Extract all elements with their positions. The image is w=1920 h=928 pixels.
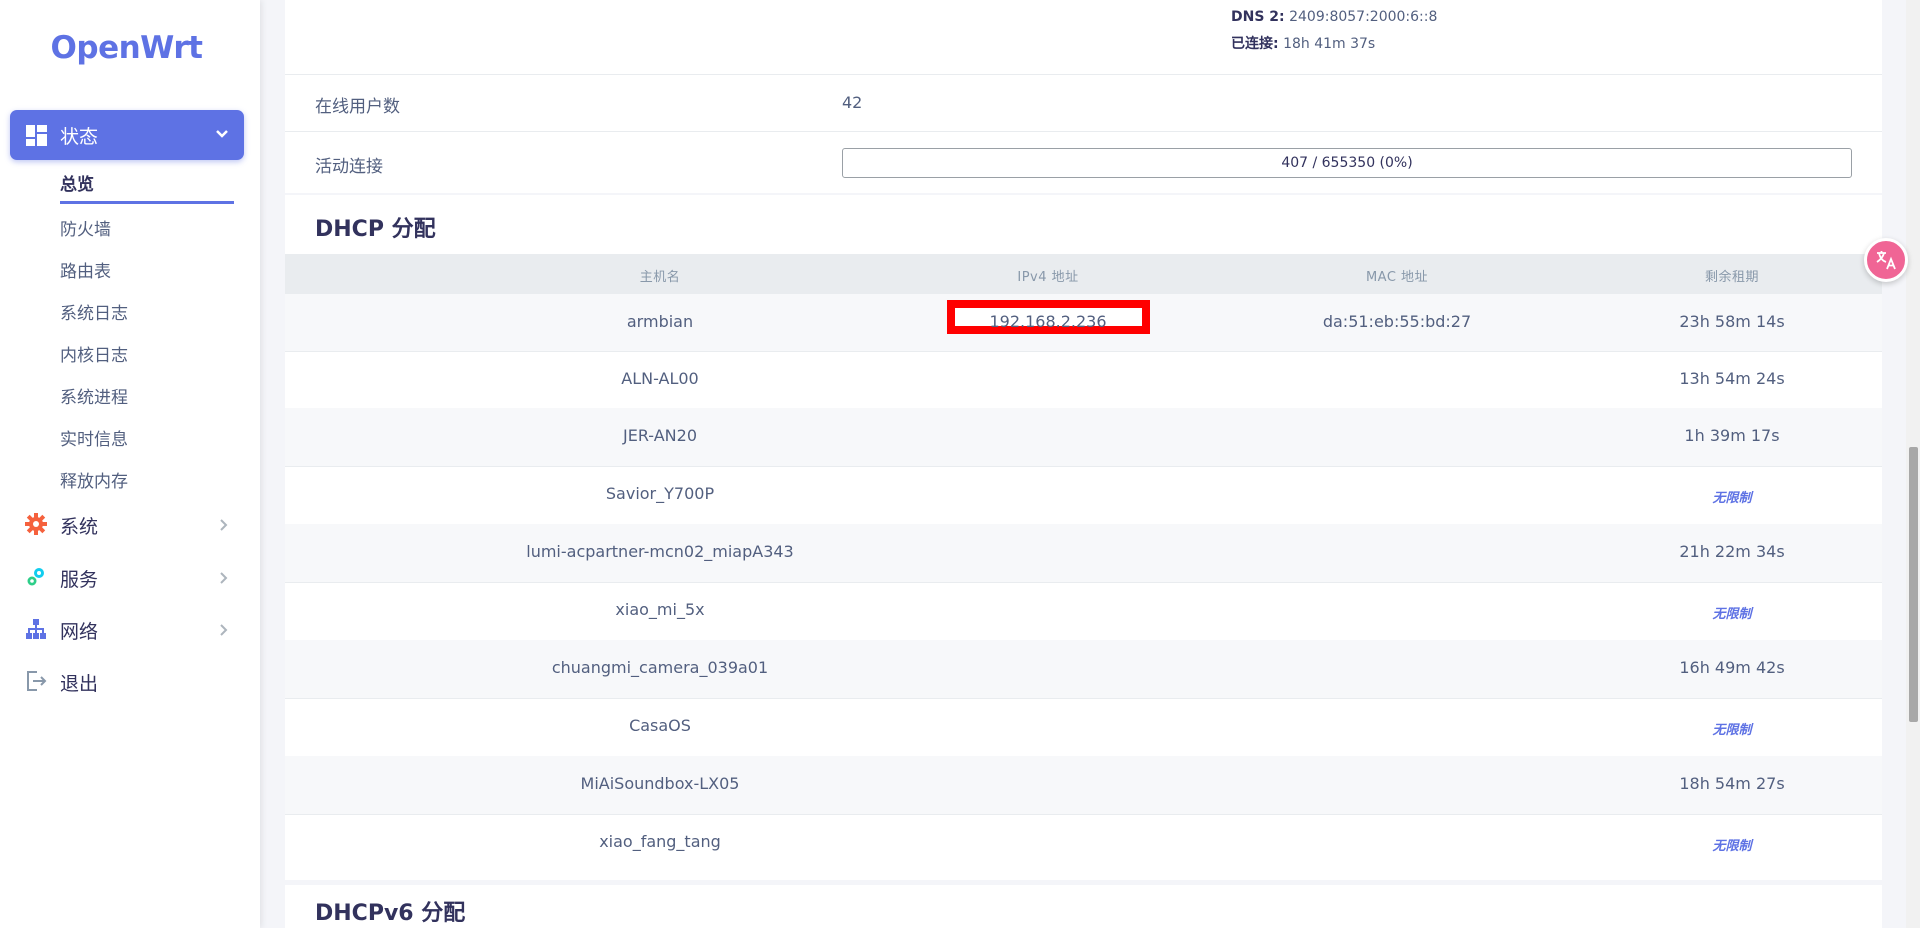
nav-status-label: 状态 xyxy=(60,126,99,148)
online-users-value: 42 xyxy=(842,93,863,112)
cell-hostname: lumi-acpartner-mcn02_miapA343 xyxy=(526,542,794,561)
nav-services-label: 服务 xyxy=(60,569,99,591)
nav-network[interactable]: 网络 xyxy=(0,609,253,649)
nav-network-label: 网络 xyxy=(60,621,99,643)
cell-hostname: JER-AN20 xyxy=(623,426,697,445)
dns2-label: DNS 2: xyxy=(1231,9,1285,25)
cell-hostname: chuangmi_camera_039a01 xyxy=(551,658,769,677)
services-gears-icon xyxy=(25,566,47,588)
cell-hostname: ALN-AL00 xyxy=(621,369,699,388)
table-row: chuangmi_camera_039a01 16h 49m 42s xyxy=(285,640,1882,699)
gear-icon xyxy=(25,513,47,535)
cell-hostname: xiao_mi_5x xyxy=(615,600,705,619)
table-row: ALN-AL00 13h 54m 24s xyxy=(285,351,1882,409)
cell-mac: da:51:eb:55:bd:27 xyxy=(1322,312,1472,331)
connected-line: 已连接: 18h 41m 37s xyxy=(1231,33,1375,53)
online-users-label: 在线用户数 xyxy=(315,97,400,117)
chevron-right-icon xyxy=(217,570,231,584)
cell-hostname: CasaOS xyxy=(629,716,691,735)
table-row: MiAiSoundbox-LX05 18h 54m 27s xyxy=(285,756,1882,815)
brand-logo[interactable]: OpenWrt xyxy=(0,30,253,66)
logout-icon xyxy=(25,670,47,692)
nav-system[interactable]: 系统 xyxy=(0,504,253,544)
connected-label: 已连接: xyxy=(1231,36,1279,52)
table-row: CasaOS 无限制 xyxy=(285,698,1882,757)
dashboard-icon xyxy=(26,125,47,146)
cell-lease: 23h 58m 14s xyxy=(1679,312,1785,331)
cell-lease: 13h 54m 24s xyxy=(1679,369,1785,388)
scrollbar[interactable] xyxy=(1906,0,1920,928)
cell-lease: 21h 22m 34s xyxy=(1679,542,1785,561)
divider xyxy=(285,74,1882,75)
nav-logout[interactable]: 退出 xyxy=(0,661,253,701)
dhcpv6-title: DHCPv6 分配 xyxy=(315,901,466,926)
sidebar-item-free-memory[interactable]: 释放内存 xyxy=(60,467,128,492)
translate-button[interactable] xyxy=(1864,238,1908,282)
cell-hostname: armbian xyxy=(626,312,694,331)
active-underline xyxy=(60,201,234,204)
active-connections-progress: 407 / 655350 (0%) xyxy=(842,148,1852,178)
chevron-right-icon xyxy=(217,622,231,636)
dns2-line: DNS 2: 2409:8057:2000:6::8 xyxy=(1231,9,1437,25)
sidebar-item-routes[interactable]: 路由表 xyxy=(60,257,111,282)
table-row: Savior_Y700P 无限制 xyxy=(285,466,1882,525)
cell-hostname: Savior_Y700P xyxy=(605,484,715,503)
cell-lease: 无限制 xyxy=(1712,839,1752,854)
sidebar-item-syslog[interactable]: 系统日志 xyxy=(60,299,128,324)
table-row: JER-AN20 1h 39m 17s xyxy=(285,408,1882,467)
cell-lease: 无限制 xyxy=(1712,607,1752,622)
col-hostname: 主机名 xyxy=(639,270,681,285)
dhcpv6-card: DHCPv6 分配 xyxy=(285,885,1882,928)
status-card: DNS 2: 2409:8057:2000:6::8 已连接: 18h 41m … xyxy=(285,0,1882,193)
network-tree-icon xyxy=(25,618,47,640)
chevron-right-icon xyxy=(217,517,231,531)
sidebar-item-processes[interactable]: 系统进程 xyxy=(60,383,128,408)
cell-hostname: xiao_fang_tang xyxy=(599,832,721,851)
dhcp-table-header: 主机名 IPv4 地址 MAC 地址 剩余租期 xyxy=(285,254,1882,294)
active-connections-label: 活动连接 xyxy=(315,157,383,177)
cell-hostname: MiAiSoundbox-LX05 xyxy=(580,774,740,793)
col-lease: 剩余租期 xyxy=(1704,270,1759,285)
sidebar: OpenWrt 状态 总览 防火墙 路由表 系统日志 内核日志 系统进程 实时信… xyxy=(0,0,260,928)
cell-lease: 16h 49m 42s xyxy=(1679,658,1785,677)
dns2-value: 2409:8057:2000:6::8 xyxy=(1289,9,1438,25)
table-row: xiao_mi_5x 无限制 xyxy=(285,582,1882,641)
divider xyxy=(285,131,1882,132)
sidebar-item-overview[interactable]: 总览 xyxy=(60,170,94,195)
table-row: lumi-acpartner-mcn02_miapA343 21h 22m 34… xyxy=(285,524,1882,583)
sidebar-item-kernel-log[interactable]: 内核日志 xyxy=(60,341,128,366)
scrollbar-thumb[interactable] xyxy=(1909,447,1918,722)
dhcp-card: DHCP 分配 主机名 IPv4 地址 MAC 地址 剩余租期 armbian … xyxy=(285,195,1882,880)
col-mac: MAC 地址 xyxy=(1365,270,1429,285)
dhcp-title: DHCP 分配 xyxy=(315,217,436,242)
sidebar-item-firewall[interactable]: 防火墙 xyxy=(60,215,111,240)
connected-value: 18h 41m 37s xyxy=(1283,36,1376,52)
nav-services[interactable]: 服务 xyxy=(0,557,253,597)
cell-lease: 无限制 xyxy=(1712,723,1752,738)
col-ipv4: IPv4 地址 xyxy=(1017,270,1079,285)
nav-system-label: 系统 xyxy=(60,516,99,538)
table-row: armbian 192.168.2.236 da:51:eb:55:bd:27 … xyxy=(285,294,1882,352)
table-row: xiao_fang_tang 无限制 xyxy=(285,814,1882,872)
cell-ipv4: 192.168.2.236 xyxy=(989,312,1107,331)
sidebar-item-realtime[interactable]: 实时信息 xyxy=(60,425,128,450)
chevron-down-icon xyxy=(214,126,230,142)
nav-status[interactable]: 状态 xyxy=(10,110,244,160)
cell-lease: 18h 54m 27s xyxy=(1679,774,1785,793)
cell-lease: 1h 39m 17s xyxy=(1684,426,1780,445)
cell-lease: 无限制 xyxy=(1712,491,1752,506)
nav-logout-label: 退出 xyxy=(60,673,99,695)
translate-icon xyxy=(1876,251,1896,270)
